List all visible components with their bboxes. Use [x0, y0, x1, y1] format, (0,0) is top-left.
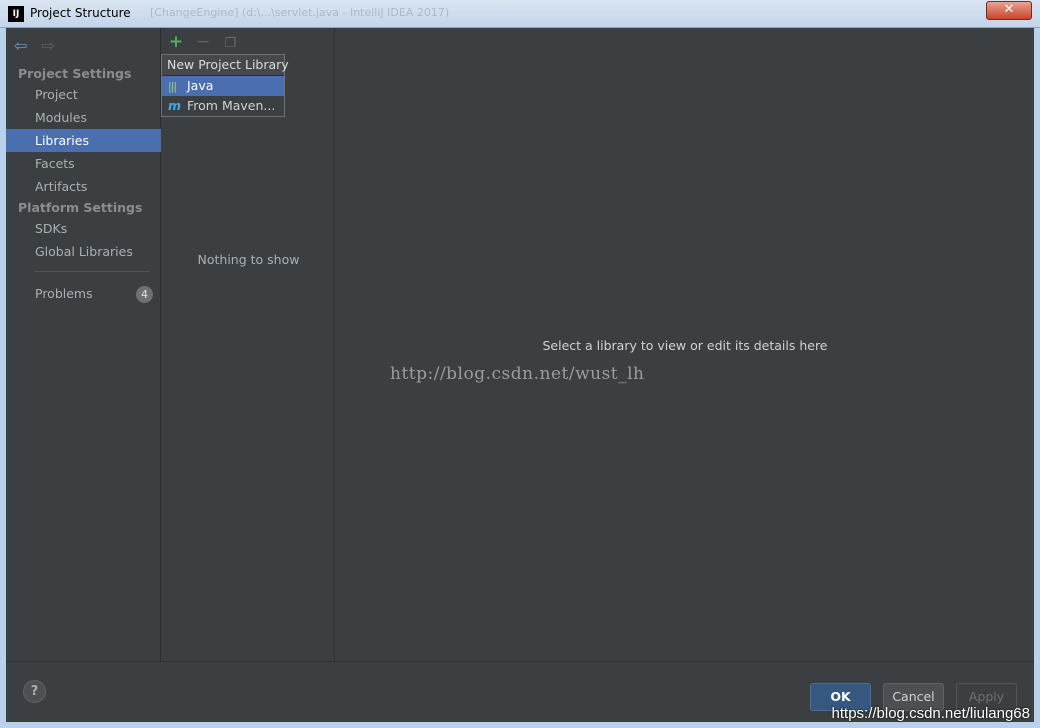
corner-watermark: https://blog.csdn.net/liulang68: [831, 705, 1030, 722]
forward-arrow-icon[interactable]: ⇨: [42, 36, 55, 55]
sidebar: ⇦ ⇨ Project Settings Project Modules Lib…: [6, 28, 161, 661]
sidebar-item-global-libraries[interactable]: Global Libraries: [6, 240, 161, 263]
back-arrow-icon[interactable]: ⇦: [14, 36, 27, 55]
close-button[interactable]: ✕: [986, 1, 1032, 20]
problems-count-badge: 4: [136, 286, 153, 303]
problems-label: Problems: [35, 286, 93, 301]
platform-settings-header: Platform Settings: [18, 200, 143, 215]
sidebar-item-libraries[interactable]: Libraries: [6, 129, 161, 152]
navigation-arrows: ⇦ ⇨: [14, 36, 65, 55]
watermark-text: http://blog.csdn.net/wust_lh: [390, 364, 645, 384]
java-library-icon: |||: [168, 80, 177, 93]
library-list-panel: + − ❐ Nothing to show: [162, 28, 335, 661]
popup-item-java[interactable]: ||| Java: [162, 76, 284, 96]
sidebar-item-project[interactable]: Project: [6, 83, 161, 106]
project-settings-header: Project Settings: [18, 66, 132, 81]
popup-item-from-maven[interactable]: m From Maven...: [162, 96, 284, 116]
library-toolbar: + − ❐: [166, 32, 243, 52]
sidebar-item-facets[interactable]: Facets: [6, 152, 161, 175]
background-window-title: [ChangeEngine] (d:\...\servlet.java - In…: [150, 6, 450, 19]
title-bar: IJ Project Structure [ChangeEngine] (d:\…: [0, 0, 1040, 28]
library-details-panel: Select a library to view or edit its det…: [336, 28, 1034, 661]
new-library-popup: New Project Library ||| Java m From Maven.…: [161, 54, 289, 117]
intellij-app-icon: IJ: [8, 6, 24, 22]
popup-item-maven-label: From Maven...: [187, 98, 276, 113]
popup-title: New Project Library: [162, 55, 289, 76]
sidebar-item-modules[interactable]: Modules: [6, 106, 161, 129]
sidebar-item-artifacts[interactable]: Artifacts: [6, 175, 161, 198]
popup-item-java-label: Java: [187, 78, 214, 93]
empty-list-text: Nothing to show: [197, 252, 300, 267]
window-title: Project Structure: [30, 6, 131, 20]
dialog-body: ⇦ ⇨ Project Settings Project Modules Lib…: [6, 28, 1034, 722]
maven-icon: m: [168, 98, 182, 113]
sidebar-divider: [34, 271, 150, 272]
add-icon[interactable]: +: [166, 32, 186, 52]
details-placeholder-text: Select a library to view or edit its det…: [542, 338, 828, 353]
sidebar-item-sdks[interactable]: SDKs: [6, 217, 161, 240]
help-button[interactable]: ?: [23, 680, 46, 703]
copy-icon[interactable]: ❐: [220, 34, 240, 54]
sidebar-item-problems[interactable]: Problems 4: [6, 282, 161, 305]
remove-icon[interactable]: −: [193, 32, 213, 52]
